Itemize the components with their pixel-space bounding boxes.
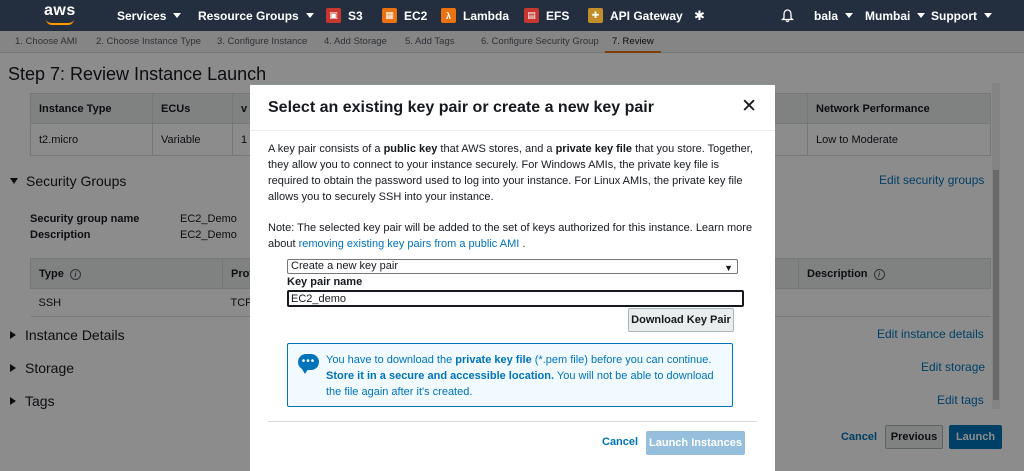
bold-text: public key xyxy=(383,143,438,155)
top-nav: aws Services Resource Groups ▣ S3 ▦ EC2 λL… xyxy=(0,0,1024,31)
shortcut-lambda[interactable]: λ Lambda xyxy=(441,0,509,31)
chevron-down-icon xyxy=(305,13,314,18)
shortcut-label: EC2 xyxy=(404,8,428,23)
shortcut-efs[interactable]: ▤ EFS xyxy=(524,0,569,31)
modal-header: Select an existing key pair or create a … xyxy=(250,85,775,131)
text-span: . xyxy=(519,238,526,250)
shortcut-label: Lambda xyxy=(463,8,510,23)
launch-instances-button[interactable]: Launch Instances xyxy=(646,431,745,455)
key-pair-description: A key pair consists of a public key that… xyxy=(268,141,758,205)
efs-icon: ▤ xyxy=(524,8,539,23)
bold-text: private key file xyxy=(455,354,532,366)
chevron-down-icon xyxy=(845,13,854,18)
remove-key-pairs-link[interactable]: removing existing key pairs from a publi… xyxy=(299,238,520,250)
resource-groups-label: Resource Groups xyxy=(198,8,299,23)
download-info-alert: ••• You have to download the private key… xyxy=(287,343,733,407)
text-span: A key pair consists of a xyxy=(268,143,384,155)
key-pair-note: Note: The selected key pair will be adde… xyxy=(268,220,758,252)
select-value: Create a new key pair xyxy=(291,260,398,272)
key-pair-name-label: Key pair name xyxy=(287,276,363,288)
resource-groups-menu[interactable]: Resource Groups xyxy=(198,0,314,31)
key-pair-modal: Select an existing key pair or create a … xyxy=(250,84,775,471)
modal-title: Select an existing key pair or create a … xyxy=(268,99,654,116)
services-menu[interactable]: Services xyxy=(117,0,182,31)
text-span: that AWS stores, and a xyxy=(437,143,556,155)
shortcut-ec2[interactable]: ▦ EC2 xyxy=(382,0,427,31)
aws-logo[interactable]: aws xyxy=(44,2,76,28)
api-gateway-icon: ✚ xyxy=(588,8,603,23)
s3-icon: ▣ xyxy=(326,8,341,23)
alert-text: You have to download the private key fil… xyxy=(326,352,728,400)
modal-cancel-button[interactable]: Cancel xyxy=(602,436,638,448)
support-menu[interactable]: Support xyxy=(931,0,992,31)
pin-icon[interactable]: ✱ xyxy=(694,0,705,31)
notifications-bell-icon[interactable] xyxy=(781,0,794,31)
shortcut-label: API Gateway xyxy=(610,8,683,23)
close-icon[interactable]: ✕ xyxy=(741,97,757,116)
text-span: (*.pem file) before you can continue. xyxy=(531,354,712,366)
chevron-down-icon xyxy=(173,13,182,18)
info-chat-icon: ••• xyxy=(298,354,319,374)
chevron-down-icon xyxy=(917,13,926,18)
chevron-down-icon: ▼ xyxy=(724,263,733,273)
user-menu[interactable]: bala xyxy=(814,0,854,31)
bold-text: private key file xyxy=(555,143,633,155)
download-key-pair-button[interactable]: Download Key Pair xyxy=(628,308,734,332)
shortcut-label: S3 xyxy=(348,8,363,23)
region-menu[interactable]: Mumbai xyxy=(865,0,926,31)
shortcut-label: EFS xyxy=(546,8,570,23)
modal-footer-divider xyxy=(268,421,757,422)
user-label: bala xyxy=(814,8,839,23)
support-label: Support xyxy=(931,8,977,23)
logo-text: aws xyxy=(44,2,76,19)
text-span: You have to download the xyxy=(326,354,456,366)
bold-text: Store it in a secure and accessible loca… xyxy=(326,370,555,382)
region-label: Mumbai xyxy=(865,8,911,23)
logo-smile-icon xyxy=(46,19,74,25)
chevron-down-icon xyxy=(984,13,992,18)
lambda-icon: λ xyxy=(441,8,456,23)
key-pair-option-select[interactable]: Create a new key pair ▼ xyxy=(287,259,738,274)
services-label: Services xyxy=(117,8,167,23)
ec2-icon: ▦ xyxy=(382,8,397,23)
key-pair-name-input[interactable] xyxy=(287,290,744,307)
shortcut-s3[interactable]: ▣ S3 xyxy=(326,0,363,31)
shortcut-api-gateway[interactable]: ✚ API Gateway xyxy=(588,0,683,31)
